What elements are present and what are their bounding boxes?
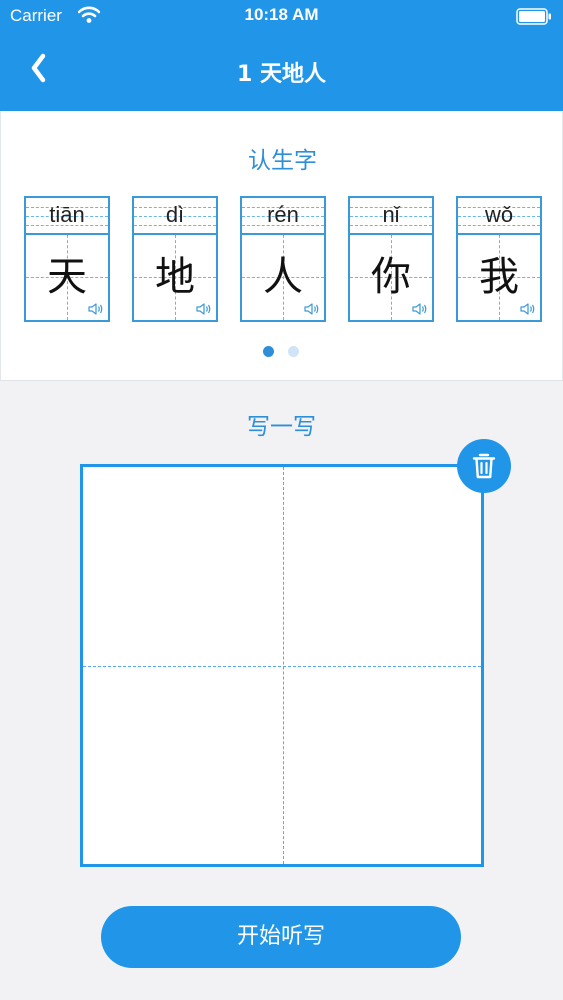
- hanzi-box: 地: [134, 235, 216, 320]
- learn-characters-panel: 认生字 tiān 天 dì 地 rén 人 nǐ 你 wǒ 我: [0, 111, 563, 381]
- trash-icon: [472, 453, 496, 479]
- speaker-icon[interactable]: [304, 302, 320, 316]
- battery-icon: [516, 8, 551, 25]
- hanzi-box: 人: [242, 235, 324, 320]
- pinyin-text: nǐ: [382, 202, 400, 227]
- hanzi-box: 我: [458, 235, 540, 320]
- writing-canvas[interactable]: [80, 464, 484, 867]
- navigation-bar: 1 天地人: [0, 32, 563, 111]
- hanzi-text: 你: [371, 254, 411, 300]
- character-card[interactable]: wǒ 我: [456, 196, 542, 322]
- pinyin-text: wǒ: [484, 202, 514, 227]
- page-dot-active[interactable]: [263, 346, 274, 357]
- write-section-title: 写一写: [247, 414, 316, 440]
- hanzi-text: 地: [155, 254, 195, 300]
- speaker-icon[interactable]: [520, 302, 536, 316]
- page-dot[interactable]: [288, 346, 299, 357]
- pinyin-text: tiān: [49, 202, 85, 227]
- learn-section-title: 认生字: [248, 148, 317, 174]
- pinyin-box: wǒ: [458, 198, 540, 235]
- top-bar: Carrier 10:18 AM 1 天地人: [0, 0, 563, 111]
- pinyin-box: tiān: [26, 198, 108, 235]
- speaker-icon[interactable]: [412, 302, 428, 316]
- page-indicator: [263, 346, 303, 358]
- speaker-icon[interactable]: [88, 302, 104, 316]
- grid-horizontal-guide: [83, 666, 481, 667]
- character-card[interactable]: nǐ 你: [348, 196, 434, 322]
- character-card[interactable]: dì 地: [132, 196, 218, 322]
- hanzi-text: 我: [479, 254, 519, 300]
- status-bar: Carrier 10:18 AM: [0, 0, 563, 32]
- start-dictation-button[interactable]: 开始听写: [101, 906, 461, 968]
- character-card[interactable]: rén 人: [240, 196, 326, 322]
- pinyin-box: nǐ: [350, 198, 432, 235]
- pinyin-text: dì: [165, 202, 185, 227]
- hanzi-text: 天: [47, 254, 87, 300]
- hanzi-box: 你: [350, 235, 432, 320]
- clock: 10:18 AM: [244, 5, 319, 24]
- hanzi-text: 人: [263, 254, 303, 300]
- pinyin-box: dì: [134, 198, 216, 235]
- hanzi-box: 天: [26, 235, 108, 320]
- pinyin-box: rén: [242, 198, 324, 235]
- character-card[interactable]: tiān 天: [24, 196, 110, 322]
- clear-canvas-button[interactable]: [457, 439, 511, 493]
- speaker-icon[interactable]: [196, 302, 212, 316]
- page-title: 1 天地人: [237, 62, 326, 87]
- pinyin-text: rén: [267, 202, 299, 227]
